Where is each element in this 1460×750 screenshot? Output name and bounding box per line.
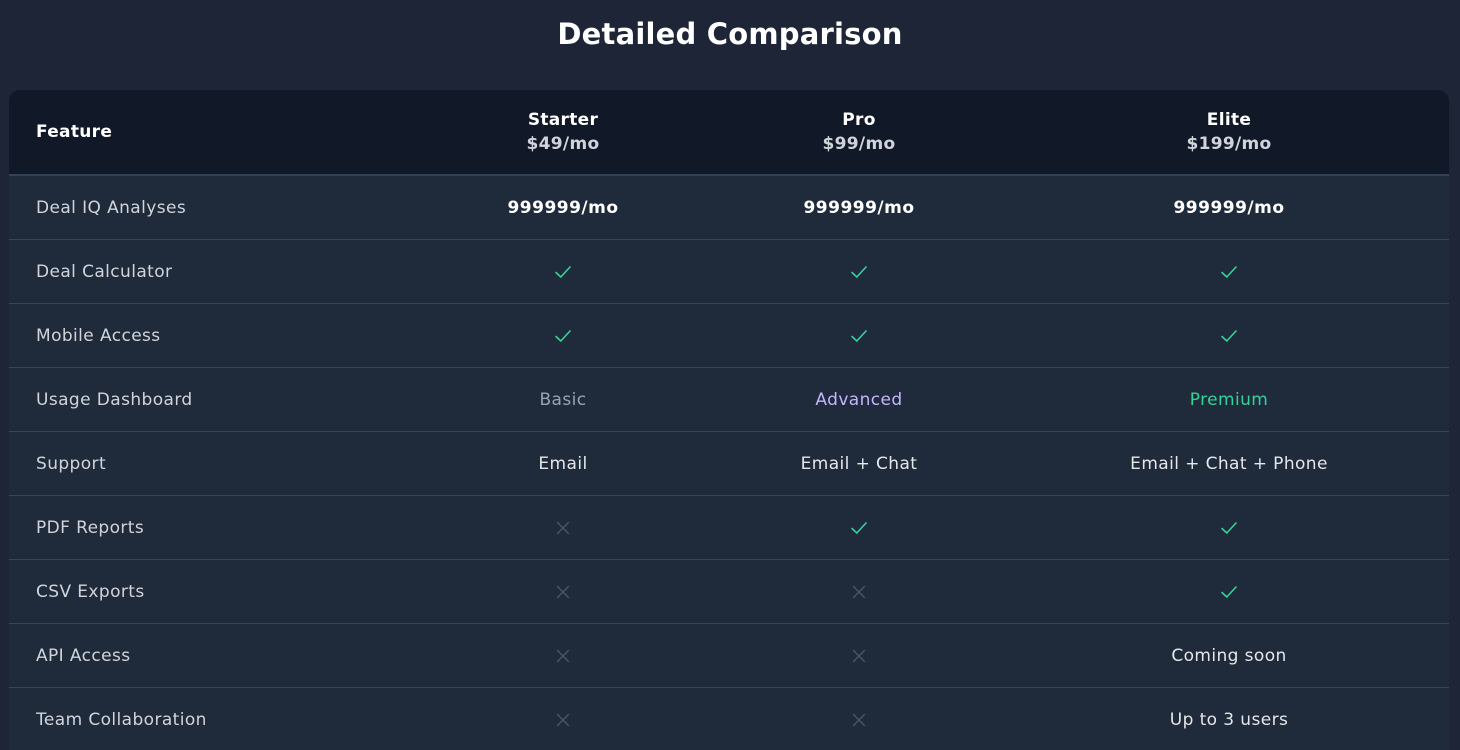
feature-value: Up to 3 users [1169, 709, 1289, 730]
feature-value: Premium [1189, 389, 1269, 410]
table-row: API Access Coming soon [9, 624, 1449, 688]
feature-column-header: Feature [36, 122, 113, 142]
x-icon [709, 624, 1009, 687]
check-icon [709, 304, 1009, 367]
feature-value: Email [538, 453, 588, 474]
check-icon [413, 240, 713, 303]
plan-price: $49/mo [526, 134, 600, 154]
x-icon [413, 624, 713, 687]
table-row: Deal IQ Analyses 999999/mo 999999/mo 999999… [9, 176, 1449, 240]
page: Detailed Comparison Feature Starter $49/… [0, 0, 1460, 750]
feature-value: Basic [539, 389, 587, 410]
table-row: Mobile Access [9, 304, 1449, 368]
table-row: Deal Calculator [9, 240, 1449, 304]
check-icon [1079, 560, 1379, 623]
check-icon [1079, 304, 1379, 367]
x-icon [709, 688, 1009, 750]
feature-label: Mobile Access [36, 325, 161, 346]
plan-header-elite: Elite $199/mo [1079, 90, 1379, 174]
plan-name: Elite [1206, 110, 1252, 130]
feature-value: Email + Chat [800, 453, 918, 474]
check-icon [1079, 496, 1379, 559]
feature-label: API Access [36, 645, 131, 666]
feature-value: 999999/mo [507, 197, 619, 218]
feature-value: Advanced [815, 389, 903, 410]
table-row: Team Collaboration Up to 3 users [9, 688, 1449, 750]
check-icon [1079, 240, 1379, 303]
page-title: Detailed Comparison [557, 17, 903, 51]
feature-label: Deal Calculator [36, 261, 173, 282]
check-icon [413, 304, 713, 367]
comparison-table: Feature Starter $49/mo Pro $99/mo Elite … [9, 90, 1449, 750]
x-icon [709, 560, 1009, 623]
feature-label: Usage Dashboard [36, 389, 193, 410]
table-header-row: Feature Starter $49/mo Pro $99/mo Elite … [9, 90, 1449, 176]
x-icon [413, 496, 713, 559]
x-icon [413, 560, 713, 623]
x-icon [413, 688, 713, 750]
feature-value: 999999/mo [1173, 197, 1285, 218]
feature-value: 999999/mo [803, 197, 915, 218]
plan-price: $199/mo [1186, 134, 1272, 154]
table-row: Support Email Email + Chat Email + Chat + P… [9, 432, 1449, 496]
check-icon [709, 240, 1009, 303]
feature-label: PDF Reports [36, 517, 145, 538]
table-row: PDF Reports [9, 496, 1449, 560]
feature-label: CSV Exports [36, 581, 145, 602]
plan-price: $99/mo [822, 134, 896, 154]
check-icon [709, 496, 1009, 559]
plan-header-starter: Starter $49/mo [413, 90, 713, 174]
feature-value: Email + Chat + Phone [1130, 453, 1328, 474]
plan-name: Pro [842, 110, 876, 130]
plan-header-pro: Pro $99/mo [709, 90, 1009, 174]
feature-value: Coming soon [1171, 645, 1287, 666]
feature-label: Team Collaboration [36, 709, 207, 730]
plan-name: Starter [527, 110, 599, 130]
feature-label: Support [36, 453, 107, 474]
table-row: CSV Exports [9, 560, 1449, 624]
feature-label: Deal IQ Analyses [36, 197, 187, 218]
table-row: Usage Dashboard Basic Advanced Premium [9, 368, 1449, 432]
